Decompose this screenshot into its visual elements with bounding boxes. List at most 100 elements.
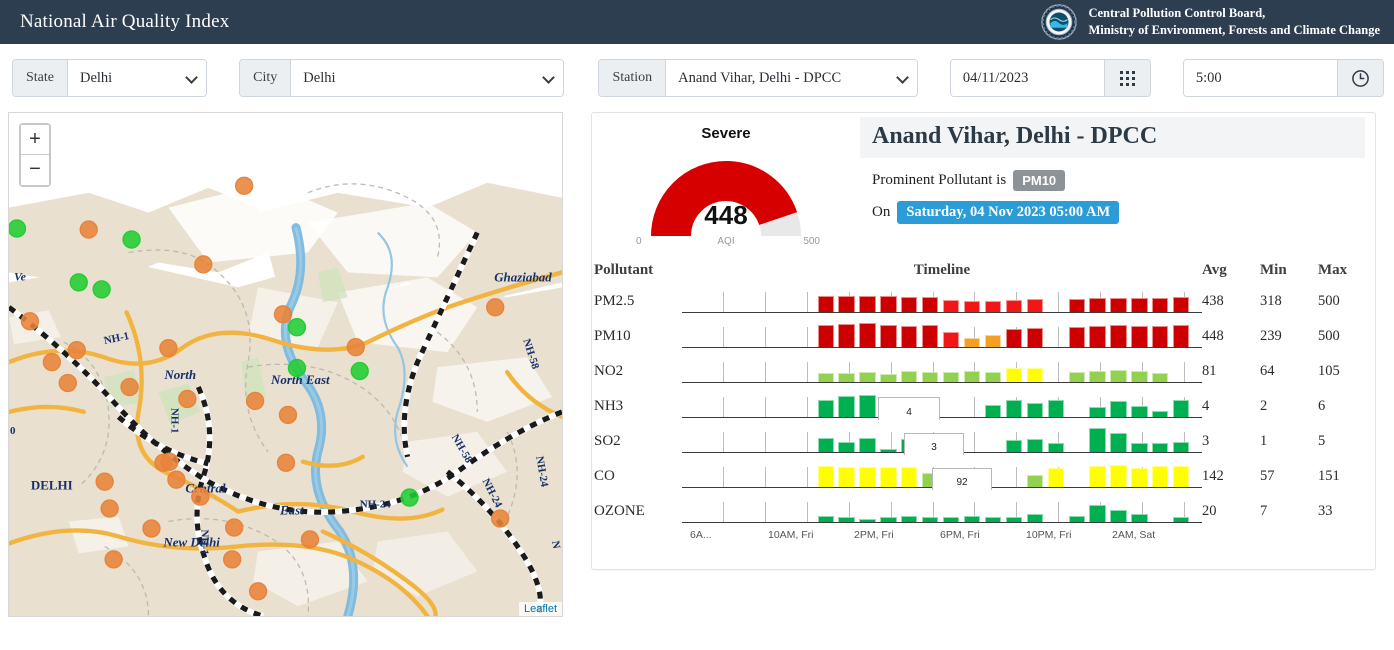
pollutant-sparkline[interactable] (682, 320, 1202, 354)
timeline-bar[interactable] (1068, 515, 1085, 522)
map-station-marker[interactable] (9, 219, 27, 238)
map-station-marker[interactable] (491, 509, 510, 528)
map-station-marker[interactable] (194, 255, 213, 274)
timeline-bar[interactable] (1131, 442, 1148, 452)
timeline-bar[interactable] (963, 515, 981, 522)
timeline-bar[interactable] (1047, 442, 1064, 452)
timeline-bar[interactable] (1173, 399, 1190, 417)
timeline-bar[interactable] (963, 337, 981, 347)
timeline-bar[interactable] (943, 371, 960, 382)
map-station-marker[interactable] (167, 470, 186, 489)
pollutant-sparkline[interactable]: 4 (682, 390, 1202, 424)
map-station-marker[interactable] (486, 298, 505, 317)
timeline-bar[interactable] (880, 466, 897, 487)
timeline-bar[interactable] (838, 441, 855, 452)
timeline-bar[interactable] (817, 399, 834, 417)
pollutant-sparkline[interactable] (682, 355, 1202, 389)
map-station-marker[interactable] (287, 318, 307, 337)
timeline-bar[interactable] (817, 295, 834, 312)
timeline-bar[interactable] (901, 466, 918, 487)
timeline-bar[interactable] (1089, 325, 1106, 347)
map-station-marker[interactable] (276, 453, 296, 472)
timeline-bar[interactable] (943, 299, 960, 312)
timeline-bar[interactable] (817, 437, 834, 452)
timeline-bar[interactable] (1173, 516, 1190, 522)
station-select[interactable]: Anand Vihar, Delhi - DPCC (666, 60, 917, 96)
timeline-bar[interactable] (1131, 297, 1148, 312)
timeline-bar[interactable] (901, 296, 918, 312)
timeline-bar[interactable] (817, 515, 834, 522)
timeline-bar[interactable] (1026, 513, 1043, 522)
calendar-button[interactable] (1103, 60, 1150, 96)
timeline-bar[interactable] (1068, 298, 1085, 312)
map-station-marker[interactable] (67, 340, 86, 360)
date-filter[interactable]: 04/11/2023 (949, 59, 1151, 97)
timeline-bar[interactable] (1005, 328, 1023, 347)
timeline-bar[interactable] (1110, 324, 1127, 347)
map-station-marker[interactable] (350, 361, 369, 381)
timeline-bar[interactable] (1026, 438, 1043, 452)
map-station-marker[interactable] (159, 338, 178, 358)
timeline-bar[interactable] (1131, 405, 1148, 417)
timeline-bar[interactable] (1173, 441, 1190, 452)
timeline-bar[interactable] (838, 395, 855, 417)
timeline-bar[interactable] (1131, 370, 1148, 382)
timeline-bar[interactable] (1173, 324, 1190, 347)
map-station-marker[interactable] (234, 176, 254, 195)
date-input[interactable]: 04/11/2023 (950, 60, 1104, 96)
map-station-marker[interactable] (225, 518, 244, 537)
map-zoom-in-button[interactable]: + (21, 125, 49, 155)
timeline-bar[interactable] (817, 465, 834, 487)
timeline-bar[interactable] (1131, 325, 1148, 347)
timeline-bar[interactable] (984, 300, 1002, 312)
map-station-marker[interactable] (273, 305, 293, 324)
map-station-marker[interactable] (79, 220, 98, 239)
timeline-bar[interactable] (901, 325, 918, 347)
timeline-bar[interactable] (1110, 297, 1127, 312)
timeline-bar[interactable] (963, 370, 981, 382)
map-station-marker[interactable] (300, 530, 320, 549)
timeline-bar[interactable] (1005, 299, 1023, 312)
map-station-marker[interactable] (120, 377, 139, 397)
timeline-bar[interactable] (943, 331, 960, 347)
timeline-bar[interactable] (838, 323, 855, 347)
timeline-bar[interactable] (859, 371, 876, 382)
timeline-bar[interactable] (943, 516, 960, 522)
timeline-bar[interactable] (1173, 296, 1190, 312)
state-select[interactable]: Delhi (68, 60, 207, 96)
timeline-bar[interactable] (1110, 369, 1127, 382)
timeline-bar[interactable] (1110, 509, 1127, 522)
map-station-marker[interactable] (58, 373, 77, 393)
map-station-marker[interactable] (278, 405, 298, 425)
timeline-bar[interactable] (922, 371, 939, 382)
timeline-bar[interactable] (1026, 402, 1043, 417)
timeline-bar[interactable] (838, 466, 855, 487)
map-station-marker[interactable] (287, 358, 307, 378)
timeline-bar[interactable] (1005, 367, 1023, 382)
timeline-bar[interactable] (1089, 427, 1106, 452)
map-station-marker[interactable] (191, 487, 210, 506)
map-station-marker[interactable] (245, 391, 265, 411)
timeline-bar[interactable] (880, 324, 897, 347)
timeline-bar[interactable] (1110, 464, 1127, 487)
map-station-marker[interactable] (400, 488, 419, 507)
aqi-map[interactable]: Ghaziabad North East North Central East New D… (8, 112, 563, 617)
timeline-bar[interactable] (1005, 516, 1023, 522)
pollutant-sparkline[interactable] (682, 495, 1202, 529)
timeline-bar[interactable] (1026, 367, 1043, 382)
map-station-marker[interactable] (42, 352, 62, 372)
timeline-bar[interactable] (984, 404, 1002, 417)
timeline-bar[interactable] (1110, 400, 1127, 417)
pollutant-sparkline[interactable]: 92 (682, 460, 1202, 494)
timeline-bar[interactable] (1005, 399, 1023, 417)
timeline-bar[interactable] (859, 394, 876, 417)
timeline-bar[interactable] (1026, 298, 1043, 312)
timeline-bar[interactable] (880, 448, 897, 452)
timeline-bar[interactable] (1026, 327, 1043, 347)
timeline-bar[interactable] (1152, 372, 1169, 382)
timeline-bar[interactable] (1152, 465, 1169, 487)
timeline-bar[interactable] (984, 334, 1002, 347)
timeline-bar[interactable] (901, 515, 918, 522)
timeline-bar[interactable] (1131, 467, 1148, 487)
timeline-bar[interactable] (963, 300, 981, 312)
